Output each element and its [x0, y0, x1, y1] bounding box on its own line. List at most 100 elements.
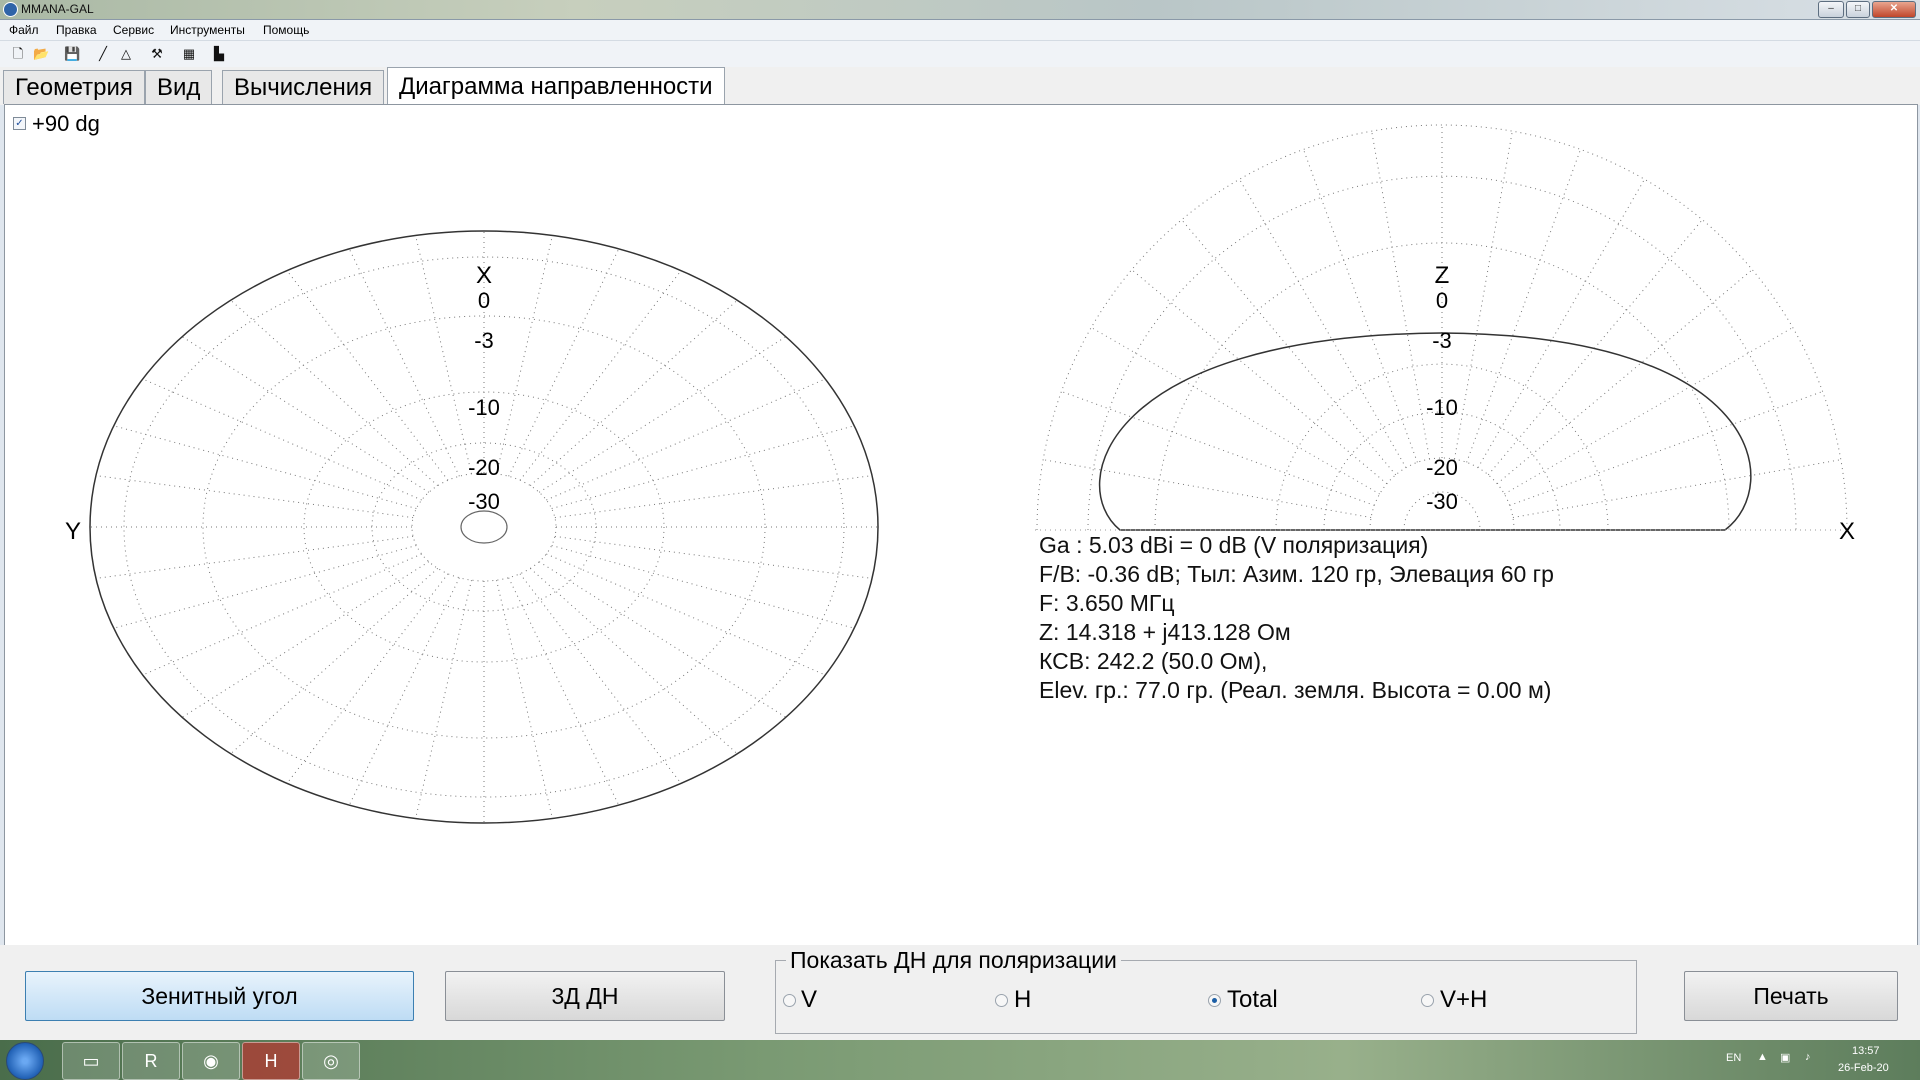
toolbar: 🗋 📂 💾 ╱ △ ⚒ ▦ ▙ — [0, 41, 1920, 67]
volume-icon[interactable]: ♪ — [1805, 1051, 1811, 1063]
pattern-plots: X Y 0 -3 -10 -20 -30 Z X 0 -3 -10 -20 -3… — [65, 124, 1855, 824]
azimuth-grid-spoke — [554, 475, 873, 519]
elevation-ring-label-3: -3 — [1432, 328, 1452, 353]
radio-v-plus-h[interactable] — [1421, 994, 1434, 1007]
azimuth-grid-spoke — [546, 553, 826, 676]
azimuth-grid-spoke — [538, 336, 787, 493]
azimuth-grid-spoke — [142, 553, 422, 676]
azimuth-grid-spoke — [551, 544, 855, 629]
tab-geometry[interactable]: Геометрия — [3, 70, 145, 104]
line-tool-icon[interactable]: ╱ — [95, 46, 111, 62]
azimuth-grid-spoke — [415, 580, 472, 819]
menu-edit[interactable]: Правка — [56, 23, 97, 37]
polarization-title: Показать ДН для поляризации — [786, 947, 1121, 974]
chrome-taskbar-icon[interactable]: ◉ — [182, 1042, 240, 1080]
azimuth-grid-spoke — [230, 299, 439, 487]
azimuth-grid-spoke — [230, 567, 439, 755]
elevation-grid-spoke — [1512, 459, 1841, 518]
open-folder-icon[interactable]: 📂 — [33, 46, 49, 62]
radio-total-label[interactable]: Total — [1227, 986, 1278, 1014]
start-button[interactable] — [6, 1042, 44, 1080]
azimuth-axis-y-label: Y — [65, 518, 81, 545]
tab-calculations[interactable]: Вычисления — [222, 70, 385, 104]
frequency-info: F: 3.650 МГц — [1039, 590, 1175, 616]
elevation-info: Elev. гр.: 77.0 гр. (Реал. земля. Высота… — [1039, 677, 1552, 703]
gain-info: Ga : 5.03 dBi = 0 dB (V поляризация) — [1039, 532, 1429, 558]
azimuth-grid-spoke — [496, 235, 553, 474]
calculator-icon[interactable]: ▦ — [181, 46, 197, 62]
tray-arrow-icon[interactable]: ▲ — [1757, 1051, 1768, 1063]
elevation-ring-label-10: -10 — [1426, 395, 1458, 420]
report-icon[interactable]: ▙ — [211, 46, 227, 62]
pattern-3d-button[interactable]: 3Д ДН — [445, 971, 725, 1021]
azimuth-grid-spoke — [508, 577, 620, 806]
menu-tools[interactable]: Инструменты — [170, 23, 245, 37]
mmana-taskbar-icon[interactable]: ◎ — [302, 1042, 360, 1080]
menu-file[interactable]: Файл — [9, 23, 39, 37]
new-file-icon[interactable]: 🗋 — [10, 46, 26, 62]
azimuth-grid-spoke — [113, 425, 417, 510]
save-icon[interactable]: 💾 — [64, 46, 80, 62]
tab-directivity-diagram[interactable]: Диаграмма направленности — [387, 67, 725, 106]
azimuth-ring-label-10: -10 — [468, 395, 500, 420]
clock-time[interactable]: 13:57 — [1852, 1045, 1880, 1057]
network-icon[interactable]: ▣ — [1780, 1051, 1790, 1064]
azimuth-inner-ring — [460, 510, 508, 544]
minimize-button[interactable]: – — [1818, 1, 1844, 18]
elevation-ring-label-30: -30 — [1426, 489, 1458, 514]
azimuth-grid-spoke — [286, 270, 449, 481]
elevation-grid-spoke — [1454, 131, 1513, 460]
azimuth-grid-spoke — [95, 475, 414, 519]
azimuth-grid-spoke — [181, 336, 430, 493]
close-button[interactable]: ✕ — [1872, 1, 1916, 18]
azimuth-grid-spoke — [519, 573, 682, 784]
azimuth-grid-spoke — [546, 378, 826, 501]
explorer-taskbar-icon[interactable]: ▭ — [62, 1042, 120, 1080]
clock-date[interactable]: 26-Feb-20 — [1838, 1062, 1889, 1074]
azimuth-grid-spoke — [554, 535, 873, 579]
azimuth-grid-spoke — [529, 567, 738, 755]
elevation-axis-x-label: X — [1839, 518, 1855, 545]
azimuth-ring-label-30: -30 — [468, 489, 500, 514]
azimuth-grid — [89, 230, 879, 824]
maximize-button[interactable]: □ — [1846, 1, 1870, 18]
radio-h-label[interactable]: H — [1014, 986, 1031, 1014]
radio-total[interactable] — [1208, 994, 1221, 1007]
azimuth-pattern-curve — [89, 230, 879, 824]
menu-service[interactable]: Сервис — [113, 23, 154, 37]
print-button[interactable]: Печать — [1684, 971, 1898, 1021]
menu-help[interactable]: Помощь — [263, 23, 309, 37]
elevation-ring-label-0: 0 — [1436, 288, 1448, 313]
elevation-grid-spoke — [1239, 179, 1407, 468]
elevation-ring-label-20: -20 — [1426, 455, 1458, 480]
tab-view[interactable]: Вид — [145, 70, 213, 104]
title-bar: MMANA-GAL – □ ✕ — [0, 0, 1920, 20]
azimuth-grid-spoke — [538, 561, 787, 718]
radio-v[interactable] — [783, 994, 796, 1007]
bottom-controls: Зенитный угол 3Д ДН Показать ДН для поля… — [0, 945, 1920, 1040]
elevation-grid-spoke — [1496, 269, 1753, 485]
language-indicator[interactable]: EN — [1726, 1052, 1741, 1064]
azimuth-grid-spoke — [286, 573, 449, 784]
elevation-grid-spoke — [1091, 327, 1380, 495]
azimuth-grid-spoke — [496, 580, 553, 819]
zenith-angle-button[interactable]: Зенитный угол — [25, 971, 414, 1021]
azimuth-grid-spoke — [415, 235, 472, 474]
rf-taskbar-icon[interactable]: R — [122, 1042, 180, 1080]
tab-strip: Геометрия Вид Вычисления Диаграмма напра… — [0, 67, 1920, 106]
app-icon — [3, 2, 18, 17]
elevation-grid-spoke — [1477, 179, 1645, 468]
radio-v-label[interactable]: V — [801, 986, 817, 1014]
tools-icon[interactable]: ⚒ — [149, 46, 165, 62]
pattern-panel: ✓ +90 dg X Y 0 -3 -10 -20 -30 Z X 0 -3 -… — [4, 104, 1918, 946]
azimuth-grid-spoke — [519, 270, 682, 481]
pattern-info: Ga : 5.03 dBi = 0 dB (V поляризация) F/B… — [1039, 531, 1554, 705]
front-back-info: F/B: -0.36 dB; Тыл: Азим. 120 гр, Элевац… — [1039, 561, 1554, 587]
triangle-tool-icon[interactable]: △ — [118, 46, 134, 62]
radio-v-plus-h-label[interactable]: V+H — [1440, 986, 1487, 1014]
hy-taskbar-icon[interactable]: H — [242, 1042, 300, 1080]
radio-h[interactable] — [995, 994, 1008, 1007]
azimuth-grid-spoke — [95, 535, 414, 579]
azimuth-axis-x-label: X — [476, 262, 492, 289]
elevation-grid-spoke — [1043, 459, 1372, 518]
